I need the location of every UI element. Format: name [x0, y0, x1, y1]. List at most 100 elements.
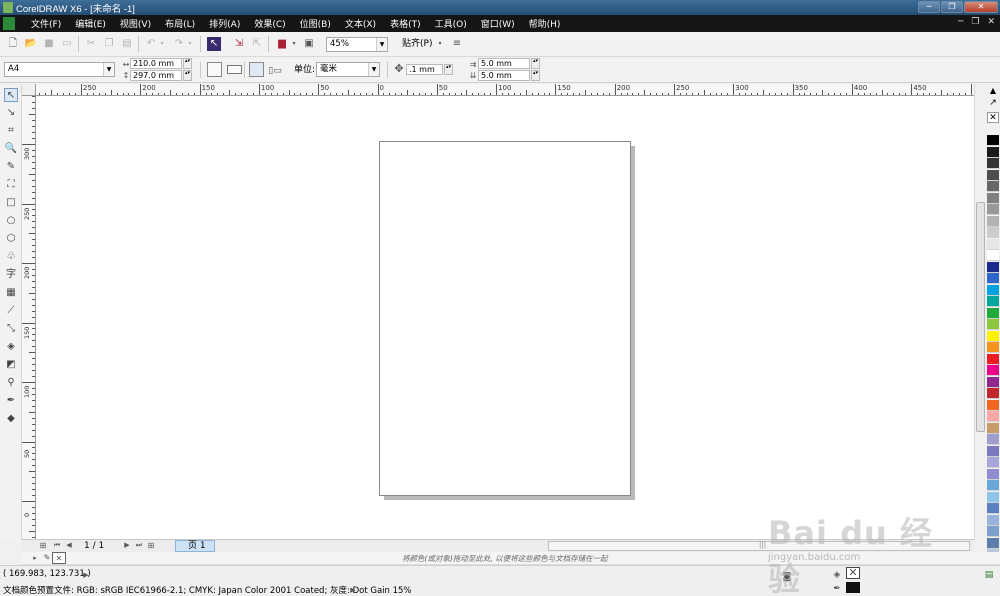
snap-dropdown-icon[interactable]: ▾ — [436, 37, 444, 51]
color-swatch[interactable] — [987, 227, 999, 238]
color-swatch[interactable] — [987, 181, 999, 192]
document-icon[interactable] — [3, 17, 15, 30]
menu-view[interactable]: 视图(V) — [113, 17, 158, 30]
redo-icon[interactable]: ↷ — [172, 37, 186, 51]
options-icon[interactable]: ≡ — [450, 37, 464, 51]
chevron-down-icon[interactable]: ▼ — [376, 38, 387, 51]
current-page-icon[interactable]: ▯▭ — [268, 64, 282, 78]
paste-icon[interactable]: ▤ — [120, 37, 134, 51]
color-swatch[interactable] — [987, 135, 999, 146]
color-swatch[interactable] — [987, 169, 999, 181]
polygon-tool-icon[interactable]: ⬡ — [4, 232, 18, 246]
search-content-icon[interactable]: ↖ — [207, 37, 221, 51]
duplicate-x-field[interactable]: 5.0 mm — [478, 58, 530, 69]
welcome-screen-icon[interactable]: ▣ — [302, 37, 316, 51]
ruler-origin-corner[interactable] — [22, 84, 36, 96]
color-swatch[interactable] — [987, 468, 999, 480]
color-swatch[interactable] — [987, 146, 999, 158]
menu-bitmaps[interactable]: 位图(B) — [293, 17, 338, 30]
basic-shapes-tool-icon[interactable]: ♧ — [4, 250, 18, 264]
snap-to-button[interactable]: 贴齐(P) — [402, 39, 432, 50]
color-swatch[interactable] — [987, 215, 999, 227]
portrait-button[interactable] — [207, 62, 222, 77]
no-color-swatch-icon[interactable]: ✕ — [52, 552, 66, 564]
color-swatch[interactable] — [987, 526, 999, 537]
duplicate-y-field[interactable]: 5.0 mm — [478, 70, 530, 81]
close-button[interactable]: ✕ — [964, 1, 998, 13]
menu-file[interactable]: 文件(F) — [24, 17, 68, 30]
color-swatch[interactable] — [987, 480, 999, 491]
duplicate-x-spinner[interactable]: ▴▾ — [531, 58, 540, 69]
color-swatch[interactable] — [987, 330, 999, 342]
color-profile-flyout-icon[interactable]: ▶ — [346, 583, 360, 596]
vertical-ruler[interactable]: 300 250 200 150 100 50 0 — [22, 96, 36, 539]
color-swatch[interactable] — [987, 411, 999, 422]
color-swatch[interactable] — [987, 434, 999, 445]
menu-table[interactable]: 表格(T) — [383, 17, 428, 30]
undo-icon[interactable]: ↶ — [144, 37, 158, 51]
restore-button[interactable]: ❐ — [941, 1, 963, 13]
duplicate-y-spinner[interactable]: ▴▾ — [531, 70, 540, 81]
pick-tool-icon[interactable]: ↖ — [4, 88, 18, 102]
eyedropper-tool-icon[interactable]: ⚲ — [4, 376, 18, 390]
zoom-tool-icon[interactable]: 🔍 — [4, 142, 18, 156]
shape-tool-icon[interactable]: ↘ — [4, 106, 18, 120]
transparency-tool-icon[interactable]: ◩ — [4, 358, 18, 372]
color-swatch[interactable] — [987, 307, 999, 319]
new-document-icon[interactable]: 🗋 — [6, 37, 20, 51]
fill-tool-icon[interactable]: ◆ — [4, 412, 18, 426]
dimension-tool-icon[interactable]: ⟋ — [4, 304, 18, 318]
previous-page-icon[interactable]: ◀ — [62, 540, 76, 551]
color-swatch[interactable] — [987, 250, 999, 261]
landscape-button[interactable] — [227, 65, 242, 74]
color-swatch[interactable] — [987, 365, 999, 376]
color-swatch[interactable] — [987, 284, 999, 296]
color-swatch[interactable] — [987, 342, 999, 353]
no-color-swatch-icon[interactable]: ✕ — [987, 112, 999, 123]
menu-edit[interactable]: 编辑(E) — [68, 17, 113, 30]
color-swatch[interactable] — [987, 261, 999, 273]
vertical-scrollbar-thumb[interactable] — [976, 202, 985, 432]
page-width-field[interactable]: 210.0 mm — [130, 58, 182, 69]
menu-arrange[interactable]: 排列(A) — [202, 17, 247, 30]
color-swatch[interactable] — [987, 399, 999, 411]
document-page[interactable] — [379, 141, 631, 496]
cut-icon[interactable]: ✂ — [84, 37, 98, 51]
color-swatch[interactable] — [987, 445, 999, 457]
color-swatch[interactable] — [987, 192, 999, 204]
undo-dropdown-icon[interactable]: ▾ — [158, 37, 166, 51]
doc-minimize-button[interactable]: ─ — [958, 17, 963, 27]
color-swatch[interactable] — [987, 457, 999, 468]
color-swatch[interactable] — [987, 491, 999, 503]
corel-connect-icon[interactable]: ▤ — [982, 568, 996, 582]
color-swatch[interactable] — [987, 273, 999, 284]
import-icon[interactable]: ⇲ — [232, 37, 246, 51]
horizontal-ruler[interactable]: 250 200 150 100 50 0 50 100 150 200 250 300 350 400 45… — [36, 84, 974, 96]
color-swatch[interactable] — [987, 296, 999, 307]
color-swatch[interactable] — [987, 537, 999, 549]
chevron-down-icon[interactable]: ▼ — [368, 63, 379, 76]
open-icon[interactable]: 📂 — [24, 37, 38, 51]
page-height-field[interactable]: 297.0 mm — [130, 70, 182, 81]
rectangle-tool-icon[interactable]: □ — [4, 196, 18, 210]
color-swatch[interactable] — [987, 319, 999, 330]
page-size-combo[interactable]: A4 ▼ — [4, 62, 115, 77]
all-pages-button[interactable] — [249, 62, 264, 77]
outline-pen-tool-icon[interactable]: ✒ — [4, 394, 18, 408]
text-tool-icon[interactable]: 字 — [4, 268, 18, 282]
save-icon[interactable]: ■ — [42, 37, 56, 51]
menu-layout[interactable]: 布局(L) — [158, 17, 202, 30]
nudge-field[interactable]: .1 mm — [406, 64, 443, 75]
menu-help[interactable]: 帮助(H) — [522, 17, 568, 30]
status-flyout-icon[interactable]: ▶ — [79, 568, 93, 582]
crop-tool-icon[interactable]: ⌗ — [4, 124, 18, 138]
copy-icon[interactable]: ❐ — [102, 37, 116, 51]
color-swatch[interactable] — [987, 238, 999, 250]
blend-tool-icon[interactable]: ◈ — [4, 340, 18, 354]
add-page-icon[interactable]: ⊞ — [36, 540, 50, 551]
color-swatch[interactable] — [987, 388, 999, 399]
publish-pdf-icon[interactable]: ▆ — [275, 37, 289, 51]
doc-restore-button[interactable]: ❐ — [971, 17, 979, 27]
table-tool-icon[interactable]: ▦ — [4, 286, 18, 300]
ellipse-tool-icon[interactable]: ○ — [4, 214, 18, 228]
